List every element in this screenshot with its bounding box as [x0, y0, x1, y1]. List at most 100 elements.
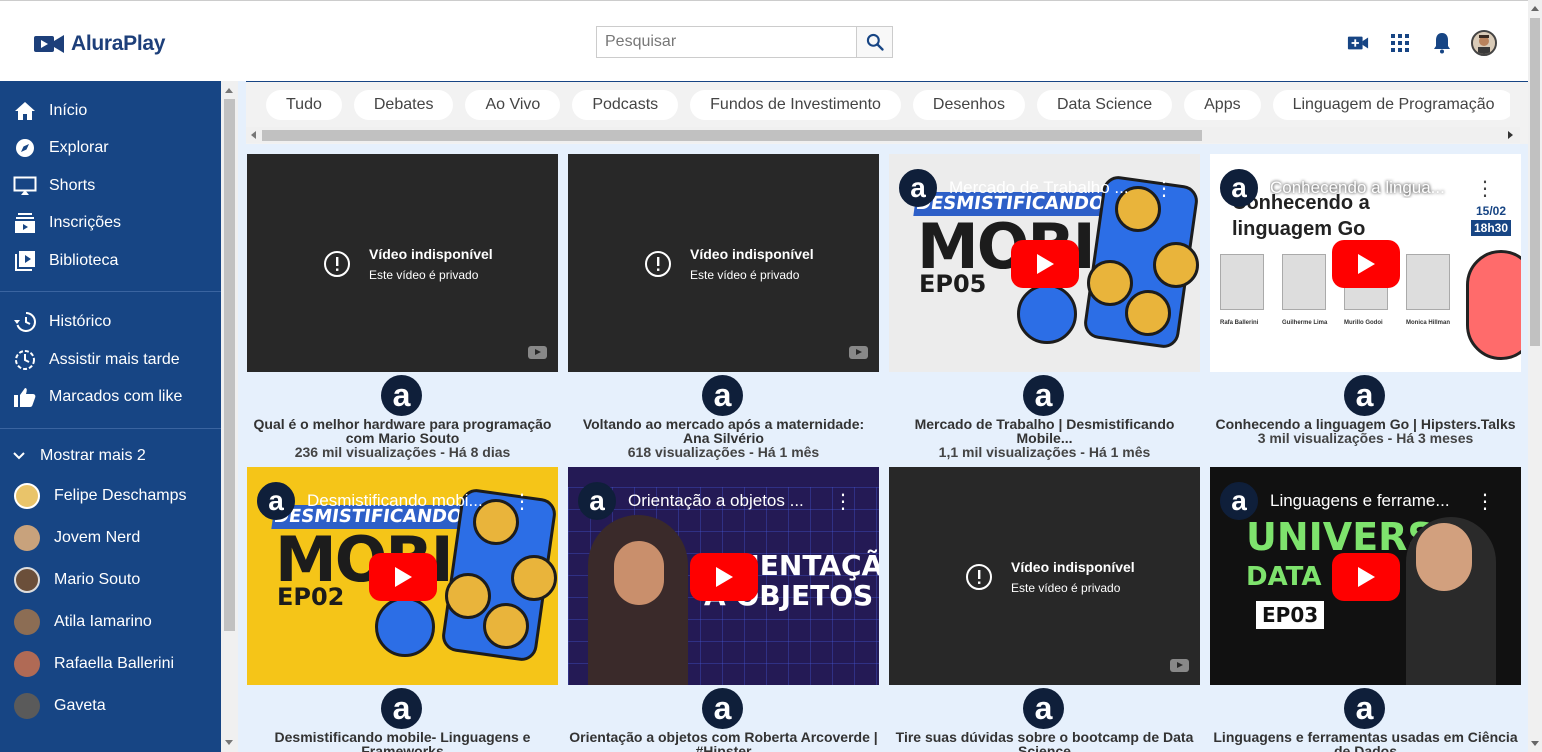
overlay-title[interactable]: Conhecendo a lingua... — [1270, 178, 1456, 198]
more-options-icon[interactable]: ⋮ — [1475, 176, 1495, 201]
video-card[interactable]: Vídeo indisponível Este vídeo é privado … — [247, 154, 558, 467]
youtube-logo-icon[interactable] — [528, 346, 547, 359]
sidebar-item-marcados-com-like[interactable]: Marcados com like — [0, 379, 221, 417]
video-card[interactable]: UNIVERSO DATA SC EP03 a Linguagens e fer… — [1210, 467, 1521, 752]
user-avatar[interactable] — [1470, 29, 1498, 57]
chip-tudo[interactable]: Tudo — [266, 90, 342, 120]
youtube-logo-icon[interactable] — [1170, 659, 1189, 672]
chip-ao-vivo[interactable]: Ao Vivo — [465, 90, 561, 120]
video-thumbnail[interactable]: DESMISTIFICANDO MOBILE EP05 a Mercado de… — [889, 154, 1200, 372]
video-card[interactable]: DESMISTIFICANDO MOBILE EP02 a Desmistifi… — [247, 467, 558, 752]
channel-avatar[interactable]: a — [381, 688, 422, 729]
sidebar-item-assistir-mais-tarde[interactable]: Assistir mais tarde — [0, 341, 221, 379]
sidebar-channel[interactable]: Mario Souto — [0, 559, 221, 601]
chip-debates[interactable]: Debates — [353, 90, 454, 120]
scrollbar-thumb[interactable] — [224, 99, 235, 631]
sidebar-channel[interactable]: Jovem Nerd — [0, 517, 221, 559]
sidebar-item-explorar[interactable]: Explorar — [0, 130, 221, 168]
sidebar-channel[interactable]: Felipe Deschamps — [0, 475, 221, 517]
scrollbar-thumb[interactable] — [1530, 18, 1540, 346]
chip-apps[interactable]: Apps — [1184, 90, 1261, 120]
more-options-icon[interactable]: ⋮ — [1475, 489, 1495, 514]
video-thumbnail[interactable]: Vídeo indisponível Este vídeo é privado — [889, 467, 1200, 685]
scroll-left-arrow-icon[interactable] — [251, 131, 256, 139]
play-button-icon[interactable] — [369, 553, 437, 601]
video-title[interactable]: Linguagens e ferramentas usadas em Ciênc… — [1210, 730, 1521, 752]
scroll-up-arrow-icon[interactable] — [225, 88, 233, 93]
channel-avatar[interactable]: a — [1344, 375, 1385, 416]
thumbnail-overlay: a Linguagens e ferrame... ⋮ — [1220, 482, 1511, 520]
scroll-down-arrow-icon[interactable] — [225, 740, 233, 745]
overlay-channel-logo[interactable]: a — [1220, 169, 1258, 207]
thumbnail-date: 15/02 18h30 — [1470, 204, 1511, 236]
video-title[interactable]: Desmistificando mobile- Linguagens e Fra… — [247, 730, 558, 752]
video-card[interactable]: Conhecendo a linguagem Go 15/02 18h30 Ra… — [1210, 154, 1521, 467]
chips-horizontal-scrollbar[interactable] — [246, 127, 1520, 143]
sidebar-channel[interactable]: Atila Iamarino — [0, 601, 221, 643]
video-card[interactable]: DESMISTIFICANDO MOBILE EP05 a Mercado de… — [889, 154, 1200, 467]
video-thumbnail[interactable]: Conhecendo a linguagem Go 15/02 18h30 Ra… — [1210, 154, 1521, 372]
search-button[interactable] — [856, 26, 893, 58]
sidebar-channel[interactable]: Gaveta — [0, 685, 221, 727]
channel-avatar[interactable]: a — [1023, 688, 1064, 729]
video-thumbnail[interactable]: ORIENTAÇÃO A OBJETOS a Orientação a obje… — [568, 467, 879, 685]
more-options-icon[interactable]: ⋮ — [833, 489, 853, 514]
chip-podcasts[interactable]: Podcasts — [572, 90, 679, 120]
video-thumbnail[interactable]: Vídeo indisponível Este vídeo é privado — [247, 154, 558, 372]
scrollbar-thumb[interactable] — [262, 130, 1202, 141]
scroll-right-arrow-icon[interactable] — [1508, 131, 1513, 139]
overlay-channel-logo[interactable]: a — [578, 482, 616, 520]
video-thumbnail[interactable]: Vídeo indisponível Este vídeo é privado — [568, 154, 879, 372]
play-button-icon[interactable] — [1332, 553, 1400, 601]
scroll-up-arrow-icon[interactable] — [1531, 6, 1539, 11]
channel-avatar[interactable]: a — [1344, 688, 1385, 729]
channel-avatar[interactable]: a — [702, 688, 743, 729]
sidebar-item-shorts[interactable]: Shorts — [0, 167, 221, 205]
more-options-icon[interactable]: ⋮ — [512, 489, 532, 514]
play-button-icon[interactable] — [690, 553, 758, 601]
channel-avatar[interactable]: a — [1023, 375, 1064, 416]
video-card[interactable]: Vídeo indisponível Este vídeo é privado … — [889, 467, 1200, 752]
video-title[interactable]: Conhecendo a linguagem Go | Hipsters.Tal… — [1210, 417, 1521, 431]
overlay-channel-logo[interactable]: a — [1220, 482, 1258, 520]
play-button-icon[interactable] — [1011, 240, 1079, 288]
video-camera-add-icon[interactable] — [1344, 29, 1372, 57]
more-options-icon[interactable]: ⋮ — [1154, 176, 1174, 201]
chip-desenhos[interactable]: Desenhos — [912, 90, 1025, 120]
video-title[interactable]: Tire suas dúvidas sobre o bootcamp de Da… — [889, 730, 1200, 752]
video-title[interactable]: Orientação a objetos com Roberta Arcover… — [568, 730, 879, 752]
sidebar-scrollbar[interactable] — [221, 81, 238, 752]
video-thumbnail[interactable]: DESMISTIFICANDO MOBILE EP02 a Desmistifi… — [247, 467, 558, 685]
play-button-icon[interactable] — [1332, 240, 1400, 288]
scroll-down-arrow-icon[interactable] — [1531, 741, 1539, 746]
video-title[interactable]: Mercado de Trabalho | Desmistificando Mo… — [889, 417, 1200, 445]
video-card[interactable]: Vídeo indisponível Este vídeo é privado … — [568, 154, 879, 467]
sidebar-item-historico[interactable]: Histórico — [0, 304, 221, 342]
apps-grid-icon[interactable] — [1386, 29, 1414, 57]
sidebar-item-inicio[interactable]: Início — [0, 92, 221, 130]
channel-avatar[interactable]: a — [702, 375, 743, 416]
video-title[interactable]: Voltando ao mercado após a maternidade: … — [568, 417, 879, 445]
overlay-title[interactable]: Linguagens e ferrame... — [1270, 491, 1456, 511]
video-title[interactable]: Qual é o melhor hardware para programaçã… — [247, 417, 558, 445]
overlay-title[interactable]: Mercado de Trabalho ... — [949, 178, 1135, 198]
chip-data-science[interactable]: Data Science — [1036, 90, 1173, 120]
bell-icon[interactable] — [1428, 29, 1456, 57]
sidebar-channel[interactable]: Rafaella Ballerini — [0, 643, 221, 685]
aluraplay-logo[interactable]: AluraPlay — [33, 29, 165, 59]
video-thumbnail[interactable]: UNIVERSO DATA SC EP03 a Linguagens e fer… — [1210, 467, 1521, 685]
sidebar-item-biblioteca[interactable]: Biblioteca — [0, 242, 221, 280]
chip-fundos-de-investimento[interactable]: Fundos de Investimento — [690, 90, 901, 120]
sidebar-item-inscricoes[interactable]: Inscrições — [0, 205, 221, 243]
video-card[interactable]: ORIENTAÇÃO A OBJETOS a Orientação a obje… — [568, 467, 879, 752]
page-scrollbar[interactable] — [1528, 0, 1542, 752]
overlay-title[interactable]: Desmistificando mobi... — [307, 491, 493, 511]
overlay-channel-logo[interactable]: a — [899, 169, 937, 207]
show-more-button[interactable]: Mostrar mais 2 — [0, 437, 221, 475]
overlay-channel-logo[interactable]: a — [257, 482, 295, 520]
channel-avatar[interactable]: a — [381, 375, 422, 416]
search-input[interactable] — [596, 26, 856, 58]
chip-linguagem-de-programacao[interactable]: Linguagem de Programação — [1272, 90, 1510, 120]
overlay-title[interactable]: Orientação a objetos ... — [628, 491, 814, 511]
youtube-logo-icon[interactable] — [849, 346, 868, 359]
